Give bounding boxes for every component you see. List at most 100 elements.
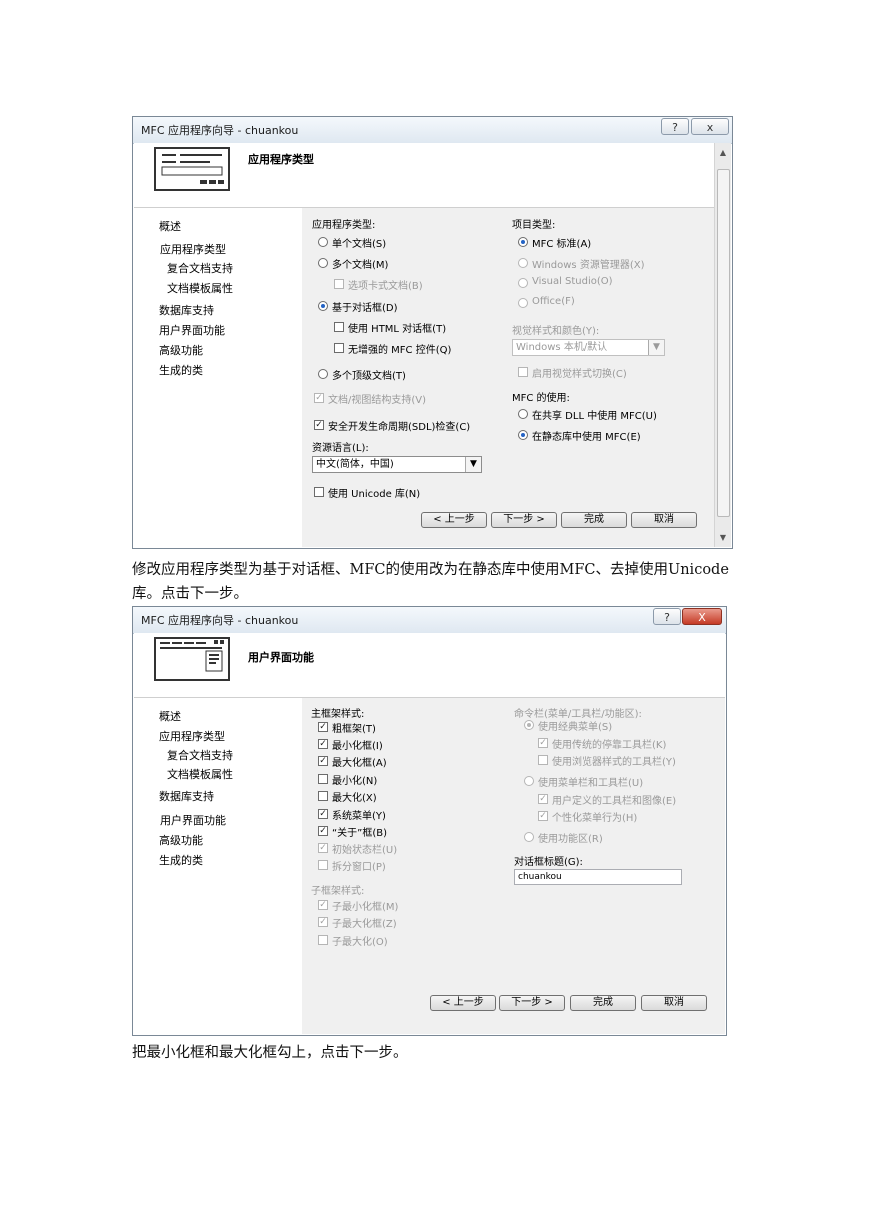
doc-view-checkbox[interactable]: ✓ <box>314 393 324 403</box>
minimized-label: 最小化(N) <box>332 776 378 787</box>
sdl-check-label: 安全开发生命周期(SDL)检查(C) <box>328 422 471 433</box>
nav-item-doc-template[interactable]: 文档模板属性 <box>167 280 233 296</box>
minimize-box-label: 最小化框(I) <box>332 741 383 752</box>
close-button[interactable]: X <box>682 608 722 625</box>
mfc-shared-dll-label: 在共享 DLL 中使用 MFC(U) <box>532 411 657 422</box>
cancel-button[interactable]: 取消 <box>641 995 707 1011</box>
help-button[interactable]: ? <box>661 118 689 135</box>
next-button[interactable]: 下一步 > <box>499 995 565 1011</box>
use-unicode-label: 使用 Unicode 库(N) <box>328 489 421 500</box>
resource-lang-select[interactable]: 中文(简体，中国) ▼ <box>312 456 482 473</box>
use-html-dialog-checkbox[interactable] <box>334 322 344 332</box>
single-doc-radio[interactable] <box>318 237 328 247</box>
menu-toolbar-radio[interactable] <box>524 776 534 786</box>
tabbed-docs-checkbox[interactable] <box>334 279 344 289</box>
vertical-scrollbar[interactable]: ▲ ▼ <box>714 143 731 547</box>
mfc-standard-radio[interactable] <box>518 237 528 247</box>
nav-item-overview[interactable]: 概述 <box>159 218 181 234</box>
close-button[interactable]: x <box>691 118 729 135</box>
nav-item-overview[interactable]: 概述 <box>159 708 181 724</box>
mfc-standard-label: MFC 标准(A) <box>532 239 592 250</box>
system-menu-label: 系统菜单(Y) <box>332 811 386 822</box>
help-button[interactable]: ? <box>653 608 681 625</box>
dialog-title-input[interactable]: chuankou <box>514 869 682 885</box>
nav-item-compound-doc[interactable]: 复合文档支持 <box>167 747 233 763</box>
caption-step-1: 修改应用程序类型为基于对话框、MFC的使用改为在静态库中使用MFC、去掉使用Un… <box>132 562 729 602</box>
nav-item-database[interactable]: 数据库支持 <box>159 302 214 318</box>
nav-item-doc-template[interactable]: 文档模板属性 <box>167 766 233 782</box>
prev-button[interactable]: < 上一步 <box>421 512 487 528</box>
nav-item-database[interactable]: 数据库支持 <box>159 788 214 804</box>
classic-toolbar-checkbox[interactable]: ✓ <box>538 738 548 748</box>
window-title: MFC 应用程序向导 - chuankou <box>141 614 299 627</box>
mfc-use-label: MFC 的使用: <box>512 393 570 404</box>
office-radio[interactable] <box>518 298 528 308</box>
chevron-down-icon[interactable]: ▼ <box>465 457 481 472</box>
nav-item-app-type[interactable]: 应用程序类型 <box>159 728 225 744</box>
prev-button[interactable]: < 上一步 <box>430 995 496 1011</box>
mfc-static-lib-radio[interactable] <box>518 430 528 440</box>
nav-item-compound-doc[interactable]: 复合文档支持 <box>167 260 233 276</box>
nav-item-generated-classes[interactable]: 生成的类 <box>159 362 203 378</box>
nav-item-advanced[interactable]: 高级功能 <box>159 342 203 358</box>
no-enhanced-mfc-checkbox[interactable] <box>334 343 344 353</box>
thick-frame-checkbox[interactable]: ✓ <box>318 722 328 732</box>
multi-top-level-label: 多个顶级文档(T) <box>332 371 406 382</box>
child-frame-label: 子框架样式: <box>311 886 365 897</box>
personalized-menu-label: 个性化菜单行为(H) <box>552 813 638 824</box>
multi-doc-radio[interactable] <box>318 258 328 268</box>
browser-toolbar-checkbox[interactable] <box>538 755 548 765</box>
wizard-nav: 概述 应用程序类型 复合文档支持 文档模板属性 数据库支持 用户界面功能 高级功… <box>134 208 302 547</box>
main-frame-label: 主框架样式: <box>311 709 365 720</box>
scroll-down-arrow-icon[interactable]: ▼ <box>715 533 731 542</box>
classic-menu-radio[interactable] <box>524 720 534 730</box>
finish-button[interactable]: 完成 <box>570 995 636 1011</box>
user-toolbar-checkbox[interactable]: ✓ <box>538 794 548 804</box>
options-panel: 主框架样式: ✓ 粗框架(T) ✓ 最小化框(I) ✓ 最大化框(A) 最小化(… <box>302 698 725 1034</box>
child-maximize-label: 子最大化框(Z) <box>332 919 397 930</box>
child-maximized-checkbox[interactable] <box>318 935 328 945</box>
child-maximize-checkbox[interactable]: ✓ <box>318 917 328 927</box>
initial-status-bar-checkbox[interactable]: ✓ <box>318 843 328 853</box>
sdl-check-checkbox[interactable]: ✓ <box>314 420 324 430</box>
system-menu-checkbox[interactable]: ✓ <box>318 809 328 819</box>
resource-lang-value: 中文(简体，中国) <box>316 459 394 470</box>
thick-frame-label: 粗框架(T) <box>332 724 376 735</box>
maximize-box-checkbox[interactable]: ✓ <box>318 756 328 766</box>
ribbon-radio[interactable] <box>524 832 534 842</box>
child-minimize-checkbox[interactable]: ✓ <box>318 900 328 910</box>
child-maximized-label: 子最大化(O) <box>332 937 388 948</box>
visual-style-select[interactable]: Windows 本机/默认 ▼ <box>512 339 665 356</box>
scroll-up-arrow-icon[interactable]: ▲ <box>715 148 731 157</box>
dialog-based-radio[interactable] <box>318 301 328 311</box>
window-title: MFC 应用程序向导 - chuankou <box>141 124 299 137</box>
split-window-label: 拆分窗口(P) <box>332 862 386 873</box>
split-window-checkbox[interactable] <box>318 860 328 870</box>
minimized-checkbox[interactable] <box>318 774 328 784</box>
finish-button[interactable]: 完成 <box>561 512 627 528</box>
minimize-box-checkbox[interactable]: ✓ <box>318 739 328 749</box>
visual-studio-radio[interactable] <box>518 278 528 288</box>
use-unicode-checkbox[interactable] <box>314 487 324 497</box>
scroll-thumb[interactable] <box>717 169 730 517</box>
cancel-button[interactable]: 取消 <box>631 512 697 528</box>
user-toolbar-label: 用户定义的工具栏和图像(E) <box>552 796 677 807</box>
nav-item-ui-features[interactable]: 用户界面功能 <box>160 812 226 828</box>
nav-item-advanced[interactable]: 高级功能 <box>159 832 203 848</box>
wizard-page-icon <box>154 147 230 191</box>
next-button[interactable]: 下一步 > <box>491 512 557 528</box>
dialog-title-label: 对话框标题(G): <box>514 857 583 868</box>
nav-item-app-type[interactable]: 应用程序类型 <box>160 241 226 257</box>
options-panel: 应用程序类型: 单个文档(S) 多个文档(M) 选项卡式文档(B) 基于对话框(… <box>302 208 714 547</box>
maximized-checkbox[interactable] <box>318 791 328 801</box>
windows-explorer-radio[interactable] <box>518 258 528 268</box>
multi-top-level-radio[interactable] <box>318 369 328 379</box>
nav-item-generated-classes[interactable]: 生成的类 <box>159 852 203 868</box>
mfc-wizard-dialog-ui-features: MFC 应用程序向导 - chuankou ? X 用户界面功能 概述 应用程序… <box>132 606 727 1036</box>
mfc-shared-dll-radio[interactable] <box>518 409 528 419</box>
about-box-checkbox[interactable]: ✓ <box>318 826 328 836</box>
enable-style-switch-checkbox[interactable] <box>518 367 528 377</box>
personalized-menu-checkbox[interactable]: ✓ <box>538 811 548 821</box>
nav-item-ui-features[interactable]: 用户界面功能 <box>159 322 225 338</box>
chevron-down-icon[interactable]: ▼ <box>648 340 664 355</box>
